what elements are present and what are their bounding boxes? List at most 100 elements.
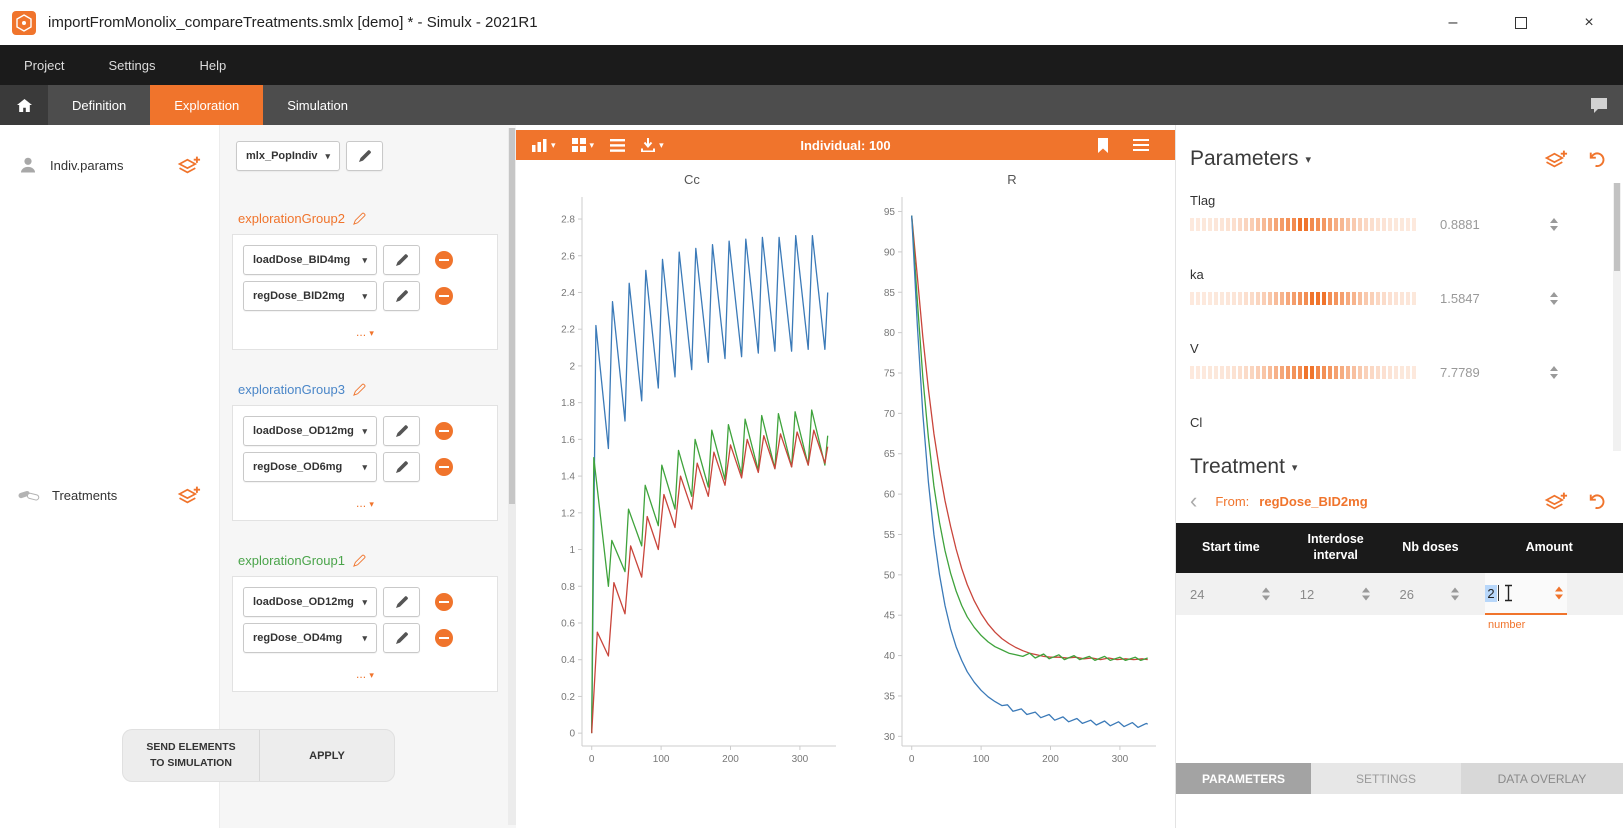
start-time-field[interactable]: 24 (1176, 573, 1286, 615)
sidebar-item-treatments[interactable]: Treatments (0, 477, 219, 513)
pills-icon (18, 487, 40, 504)
edit-pop-param-button[interactable] (346, 141, 383, 171)
column-header-nb-doses: Nb doses (1386, 523, 1476, 573)
parameter-value-field[interactable]: 1.5847 (1430, 291, 1558, 306)
scrollbar-thumb[interactable] (1614, 183, 1620, 271)
treatment-dropdown[interactable]: loadDose_BID4mg▾ (243, 245, 377, 275)
tab-definition[interactable]: Definition (48, 85, 150, 125)
menu-project[interactable]: Project (24, 58, 64, 73)
value-spinner[interactable] (1550, 292, 1558, 305)
menu-settings[interactable]: Settings (108, 58, 155, 73)
value-spinner[interactable] (1550, 218, 1558, 231)
maximize-button[interactable] (1487, 0, 1555, 45)
tab-exploration[interactable]: Exploration (150, 85, 263, 125)
chevron-down-icon: ▾ (1306, 153, 1312, 166)
svg-text:40: 40 (884, 651, 896, 662)
remove-treatment-icon[interactable] (435, 287, 453, 305)
treatment-label: loadDose_OD12mg (253, 596, 354, 608)
remove-treatment-icon[interactable] (435, 593, 453, 611)
cc-chart-block: Cc 00.20.40.60.811.21.41.61.822.22.42.62… (536, 160, 848, 779)
svg-text:70: 70 (884, 409, 896, 420)
interdose-interval-spinner[interactable] (1362, 588, 1370, 601)
parameter-slider[interactable] (1190, 218, 1418, 231)
start-time-spinner[interactable] (1262, 588, 1270, 601)
chevron-left-icon[interactable]: ‹ (1190, 494, 1197, 508)
edit-group-icon[interactable] (353, 383, 366, 396)
amount-field[interactable]: 2 (1485, 573, 1567, 615)
edit-group-icon[interactable] (353, 212, 366, 225)
add-more-dropdown[interactable]: ... ▾ (243, 659, 487, 689)
edit-treatment-button[interactable] (383, 416, 420, 446)
parameters-scrollbar[interactable] (1613, 183, 1621, 451)
tab-settings[interactable]: SETTINGS (1311, 763, 1461, 794)
add-more-dropdown[interactable]: ... ▾ (243, 488, 487, 518)
minimize-button[interactable]: – (1419, 0, 1487, 45)
remove-treatment-icon[interactable] (435, 458, 453, 476)
add-parameters-element-icon[interactable] (1544, 149, 1568, 169)
chart-type-button[interactable]: ▾ (532, 139, 556, 152)
interdose-interval-field[interactable]: 12 (1286, 573, 1386, 615)
add-more-dropdown[interactable]: ... ▾ (243, 317, 487, 347)
table-view-button[interactable] (610, 139, 625, 152)
edit-treatment-button[interactable] (383, 245, 420, 275)
scrollbar-thumb[interactable] (509, 128, 515, 504)
treatment-dropdown[interactable]: loadDose_OD12mg▾ (243, 416, 377, 446)
chevron-down-icon: ▾ (369, 328, 374, 338)
edit-group-icon[interactable] (353, 554, 366, 567)
feedback-chat-icon[interactable] (1589, 96, 1609, 114)
amount-spinner[interactable] (1555, 587, 1563, 600)
parameter-slider[interactable] (1190, 366, 1418, 379)
tab-parameters[interactable]: PARAMETERS (1176, 763, 1311, 794)
treatment-label: regDose_BID2mg (253, 290, 345, 302)
parameter-value-field[interactable]: 7.7789 (1430, 365, 1558, 380)
treatment-dropdown[interactable]: regDose_OD6mg▾ (243, 452, 377, 482)
layout-grid-button[interactable]: ▾ (572, 138, 595, 152)
nb-doses-spinner[interactable] (1451, 588, 1459, 601)
pop-param-dropdown[interactable]: mlx_PopIndiv▾ (236, 141, 340, 171)
edit-treatment-button[interactable] (383, 452, 420, 482)
edit-treatment-button[interactable] (383, 587, 420, 617)
treatment-section-title[interactable]: Treatment ▾ (1190, 455, 1605, 479)
remove-treatment-icon[interactable] (435, 251, 453, 269)
parameter-slider[interactable] (1190, 292, 1418, 305)
send-to-simulation-button[interactable]: SEND ELEMENTS TO SIMULATION (123, 730, 260, 781)
nb-doses-field[interactable]: 26 (1386, 573, 1476, 615)
bookmark-icon[interactable] (1097, 138, 1109, 153)
apply-button[interactable]: APPLY (260, 730, 394, 781)
svg-text:300: 300 (1112, 754, 1129, 765)
charts-toolbar: ▾ ▾ ▾ Individual: 100 (516, 130, 1175, 160)
close-button[interactable]: × (1555, 0, 1623, 45)
exploration-groups-panel: mlx_PopIndiv▾ explorationGroup2 loadDose… (220, 125, 516, 828)
tab-data-overlay[interactable]: DATA OVERLAY (1461, 763, 1623, 794)
remove-treatment-icon[interactable] (435, 629, 453, 647)
remove-treatment-icon[interactable] (435, 422, 453, 440)
edit-treatment-button[interactable] (383, 281, 420, 311)
menu-help[interactable]: Help (199, 58, 226, 73)
reset-parameters-icon[interactable] (1586, 150, 1605, 169)
add-treatment-element-icon[interactable] (1544, 491, 1568, 511)
groups-scrollbar[interactable] (508, 128, 516, 825)
edit-treatment-button[interactable] (383, 623, 420, 653)
parameter-value-field[interactable]: 0.8881 (1430, 217, 1558, 232)
treatment-label: regDose_OD6mg (253, 461, 342, 473)
treatment-label: regDose_OD4mg (253, 632, 342, 644)
window-title: importFromMonolix_compareTreatments.smlx… (48, 14, 1419, 31)
add-treatment-icon[interactable] (177, 485, 201, 505)
treatment-dropdown[interactable]: regDose_OD4mg▾ (243, 623, 377, 653)
menu-icon[interactable] (1133, 139, 1149, 151)
parameters-section-title[interactable]: Parameters ▾ (1190, 147, 1311, 171)
home-button[interactable] (0, 85, 48, 125)
tab-simulation[interactable]: Simulation (263, 85, 372, 125)
export-button[interactable]: ▾ (641, 138, 664, 152)
svg-text:1: 1 (569, 545, 575, 556)
add-indiv-param-icon[interactable] (177, 155, 201, 175)
treatment-dropdown[interactable]: loadDose_OD12mg▾ (243, 587, 377, 617)
menubar: Project Settings Help (0, 45, 1623, 85)
reset-treatment-icon[interactable] (1586, 492, 1605, 511)
svg-text:80: 80 (884, 328, 896, 339)
chevron-down-icon: ▾ (590, 140, 595, 151)
treatment-dropdown[interactable]: regDose_BID2mg▾ (243, 281, 377, 311)
value-spinner[interactable] (1550, 366, 1558, 379)
sidebar-item-indiv-params[interactable]: Indiv.params (0, 147, 219, 183)
chevron-down-icon: ▾ (326, 151, 331, 162)
